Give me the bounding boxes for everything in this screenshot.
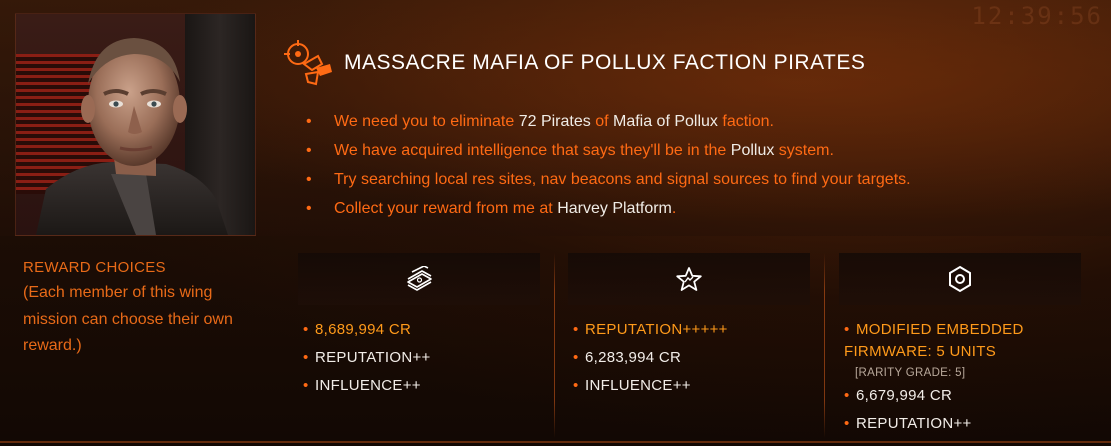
panel-bottom-border bbox=[0, 441, 1111, 443]
reward-item: • REPUTATION++ bbox=[303, 344, 540, 372]
mission-giver-figure bbox=[36, 38, 228, 235]
briefing-highlight: Mafia of Pollux bbox=[612, 113, 718, 130]
briefing-highlight: Pollux bbox=[730, 142, 775, 159]
reward-option-2-items: • REPUTATION+++++ • 6,283,994 CR • INFLUENCE+… bbox=[568, 316, 810, 400]
reward-item-text: REPUTATION++ bbox=[315, 349, 431, 366]
reward-option-3-header[interactable] bbox=[839, 253, 1081, 305]
bullet: • bbox=[573, 321, 579, 338]
briefing-text: Try searching local res sites, nav beaco… bbox=[334, 171, 911, 188]
credits-icon bbox=[407, 266, 432, 291]
briefing-text: We need you to eliminate bbox=[334, 113, 519, 130]
reward-item: • 8,689,994 CR bbox=[303, 316, 540, 344]
briefing-line: • Collect your reward from me at Harvey P… bbox=[306, 200, 911, 229]
reward-item: • INFLUENCE++ bbox=[573, 372, 810, 400]
bullet: • bbox=[844, 321, 850, 338]
mission-briefing-list: • We need you to eliminate 72 Pirates of … bbox=[306, 113, 911, 229]
briefing-line: • Try searching local res sites, nav beac… bbox=[306, 171, 911, 200]
material-hexagon-icon bbox=[949, 265, 971, 293]
reputation-star-icon bbox=[676, 267, 702, 291]
bullet: • bbox=[306, 171, 312, 188]
reward-choices-label: REWARD CHOICES (Each member of this wing… bbox=[23, 258, 243, 360]
reward-item: • REPUTATION++ bbox=[844, 410, 1081, 438]
briefing-line: • We need you to eliminate 72 Pirates of … bbox=[306, 113, 911, 142]
bullet: • bbox=[844, 387, 850, 404]
reward-option-1[interactable]: • 8,689,994 CR • REPUTATION++ • INFLUENCE++ bbox=[298, 253, 540, 400]
mission-title-row: MASSACRE MAFIA OF POLLUX FACTION PIRATES bbox=[284, 38, 865, 88]
reward-item-text: INFLUENCE++ bbox=[585, 377, 691, 394]
bullet: • bbox=[306, 200, 312, 217]
reward-item: • MODIFIED EMBEDDED FIRMWARE: 5 UNITS bbox=[844, 316, 1081, 366]
reward-option-3[interactable]: • MODIFIED EMBEDDED FIRMWARE: 5 UNITS [RAR… bbox=[839, 253, 1081, 438]
bullet: • bbox=[303, 321, 309, 338]
reward-divider bbox=[824, 253, 825, 438]
clock-readout: 12:39:56 bbox=[971, 2, 1103, 30]
reward-item: [RARITY GRADE: 5] bbox=[855, 364, 1081, 382]
mission-giver-portrait bbox=[15, 13, 256, 236]
reward-item-text: INFLUENCE++ bbox=[315, 377, 421, 394]
reward-item-text: 6,679,994 CR bbox=[856, 387, 953, 404]
reward-item-text: MODIFIED EMBEDDED FIRMWARE: 5 UNITS bbox=[844, 321, 1024, 360]
reward-item-text: [RARITY GRADE: 5] bbox=[855, 367, 966, 379]
reward-option-1-header[interactable] bbox=[298, 253, 540, 305]
reward-item-text: 6,283,994 CR bbox=[585, 349, 682, 366]
briefing-line: • We have acquired intelligence that says… bbox=[306, 142, 911, 171]
reward-item-text: REPUTATION+++++ bbox=[585, 321, 728, 338]
massacre-target-icon bbox=[284, 40, 332, 86]
reward-option-1-items: • 8,689,994 CR • REPUTATION++ • INFLUENCE++ bbox=[298, 316, 540, 400]
bullet: • bbox=[303, 377, 309, 394]
bullet: • bbox=[306, 142, 312, 159]
reward-option-2[interactable]: • REPUTATION+++++ • 6,283,994 CR • INFLUENCE+… bbox=[568, 253, 810, 400]
reward-divider bbox=[554, 253, 555, 438]
reward-item-text: REPUTATION++ bbox=[856, 415, 972, 432]
bullet: • bbox=[573, 349, 579, 366]
reward-option-3-items: • MODIFIED EMBEDDED FIRMWARE: 5 UNITS [RAR… bbox=[839, 316, 1081, 438]
reward-choices-note: (Each member of this wing mission can ch… bbox=[23, 284, 233, 354]
reward-item: • INFLUENCE++ bbox=[303, 372, 540, 400]
briefing-text: system. bbox=[774, 142, 834, 159]
reward-choices-heading: REWARD CHOICES bbox=[23, 259, 166, 276]
reward-item: • 6,283,994 CR bbox=[573, 344, 810, 372]
briefing-text: of bbox=[590, 113, 613, 130]
briefing-text: . bbox=[671, 200, 677, 217]
bullet: • bbox=[573, 377, 579, 394]
reward-item: • REPUTATION+++++ bbox=[573, 316, 810, 344]
bullet: • bbox=[844, 415, 850, 432]
reward-item-text: 8,689,994 CR bbox=[315, 321, 412, 338]
briefing-text: faction. bbox=[717, 113, 774, 130]
bullet: • bbox=[306, 113, 312, 130]
reward-item: • 6,679,994 CR bbox=[844, 382, 1081, 410]
briefing-highlight: Harvey Platform bbox=[557, 200, 672, 217]
briefing-highlight: 72 Pirates bbox=[518, 113, 591, 130]
mission-title: MASSACRE MAFIA OF POLLUX FACTION PIRATES bbox=[344, 51, 866, 74]
reward-option-2-header[interactable] bbox=[568, 253, 810, 305]
bullet: • bbox=[303, 349, 309, 366]
briefing-text: Collect your reward from me at bbox=[334, 200, 558, 217]
briefing-text: We have acquired intelligence that says … bbox=[334, 142, 731, 159]
